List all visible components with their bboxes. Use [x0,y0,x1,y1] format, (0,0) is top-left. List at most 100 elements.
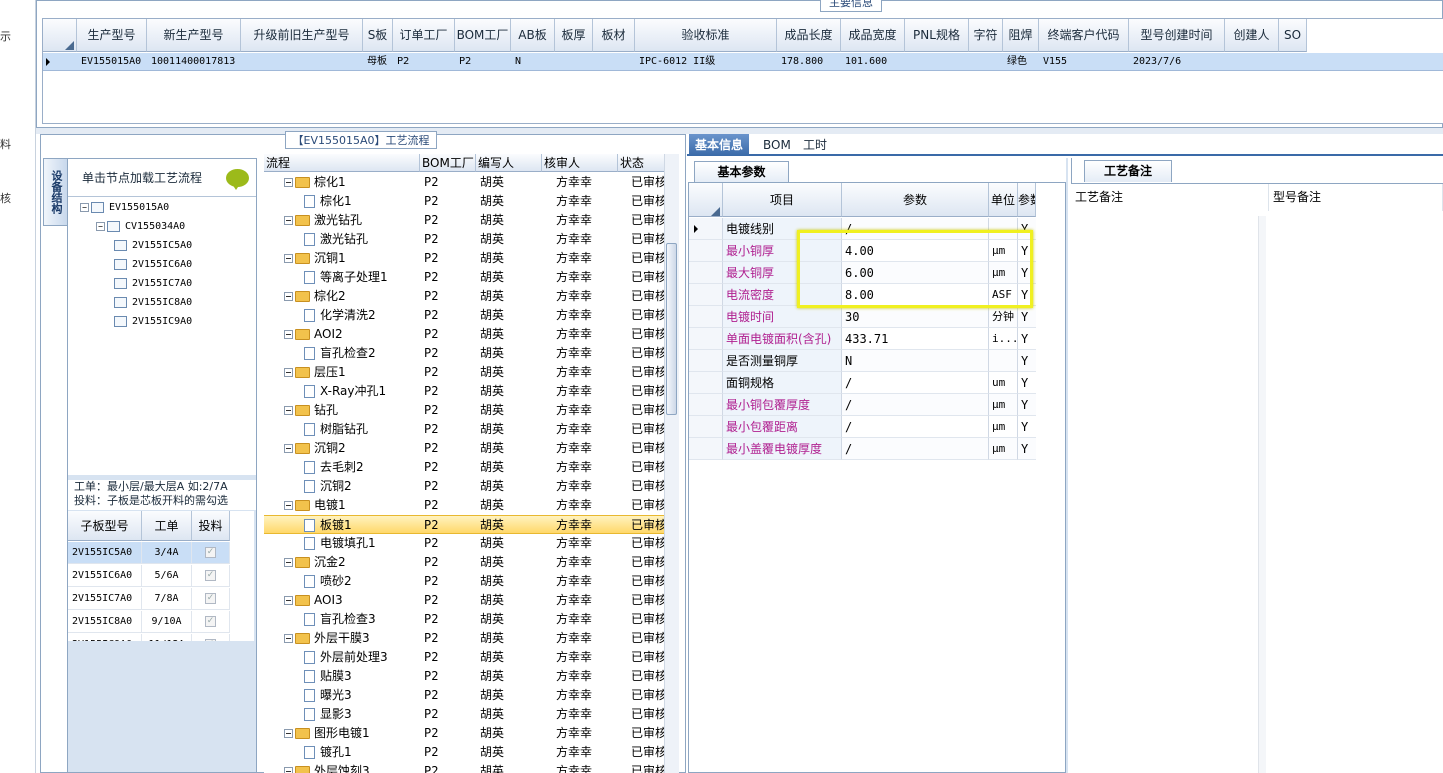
flow-name-cell[interactable]: 外层前处理3 [304,648,444,667]
flow-row[interactable]: 激光钻孔 P2 胡英 方幸幸 已审核 [264,211,664,230]
grid-cell[interactable]: 10011400017813 [147,53,241,71]
flow-row[interactable]: 激光钻孔 P2 胡英 方幸幸 已审核 [264,230,664,249]
flow-row[interactable]: X-Ray冲孔1 P2 胡英 方幸幸 已审核 [264,382,664,401]
grid-header-cell[interactable]: BOM工厂 [455,19,511,52]
sub-board-model[interactable]: 2V155IC6A0 [68,565,142,587]
flow-name-cell[interactable]: 棕化1 [284,173,424,192]
tree-node[interactable]: − EV155015A0 [80,198,169,217]
collapse-icon[interactable] [284,767,293,773]
row-header[interactable] [689,416,723,438]
flow-row[interactable]: 喷砂2 P2 胡英 方幸幸 已审核 [264,572,664,591]
row-header[interactable] [689,438,723,460]
grid-header-cell[interactable]: PNL规格 [905,19,969,52]
vertical-splitter[interactable] [1066,158,1068,773]
row-header[interactable] [689,394,723,416]
param-header[interactable]: 单位 [989,183,1018,217]
left-nav-char[interactable]: 核 [0,190,11,206]
grid-cell[interactable]: P2 [393,53,455,71]
grid-header-cell[interactable]: S板 [363,19,393,52]
sub-board-model[interactable]: 2V155IC5A0 [68,542,142,564]
collapse-icon[interactable] [284,501,293,510]
param-flag[interactable]: Y [1018,394,1036,416]
param-unit[interactable]: μm [989,438,1018,460]
param-flag[interactable]: Y [1018,350,1036,372]
flow-name-cell[interactable]: 板镀1 [304,516,444,535]
flow-row[interactable]: 外层干膜3 P2 胡英 方幸幸 已审核 [264,629,664,648]
flow-header[interactable]: 编写人 [476,154,542,172]
flow-name-cell[interactable]: 等离子处理1 [304,268,444,287]
flow-name-cell[interactable]: X-Ray冲孔1 [304,382,444,401]
collapse-icon[interactable] [284,254,293,263]
param-unit[interactable]: 分钟 [989,306,1018,328]
device-structure-tab[interactable]: 设备结构 [43,158,67,226]
flow-row[interactable]: 棕化1 P2 胡英 方幸幸 已审核 [264,192,664,211]
sub-board-order[interactable]: 9/10A [142,611,192,633]
flow-name-cell[interactable]: 电镀填孔1 [304,534,444,553]
flow-name-cell[interactable]: 去毛刺2 [304,458,444,477]
flow-row[interactable]: 图形电镀1 P2 胡英 方幸幸 已审核 [264,724,664,743]
sub-grid-header[interactable]: 子板型号 [68,511,142,541]
flow-header[interactable]: 状态 [618,154,668,172]
flow-name-cell[interactable]: 喷砂2 [304,572,444,591]
collapse-icon[interactable] [284,368,293,377]
left-nav-char[interactable]: 料 [0,136,11,152]
param-item[interactable]: 最小包覆距离 [723,416,842,438]
tree-node[interactable]: − CV155034A0 [96,217,185,236]
flow-row[interactable]: 化学清洗2 P2 胡英 方幸幸 已审核 [264,306,664,325]
row-header[interactable] [689,284,723,306]
sub-board-order[interactable]: 11/12A [142,634,192,641]
param-item[interactable]: 面铜规格 [723,372,842,394]
flow-name-cell[interactable]: 沉铜2 [284,439,424,458]
flow-name-cell[interactable]: 化学清洗2 [304,306,444,325]
sub-board-model[interactable]: 2V155IC9A0 [68,634,142,641]
flow-row[interactable]: 电镀1 P2 胡英 方幸幸 已审核 [264,496,664,515]
flow-row[interactable]: 镀孔1 P2 胡英 方幸幸 已审核 [264,743,664,762]
grid-cell[interactable]: V155 [1039,53,1129,71]
grid-cell[interactable] [1225,53,1279,71]
flow-name-cell[interactable]: 沉铜2 [304,477,444,496]
grid-cell[interactable]: IPC-6012 II级 [635,53,777,71]
flow-row[interactable]: AOI3 P2 胡英 方幸幸 已审核 [264,591,664,610]
tab-work-hours[interactable]: 工时 [797,134,833,156]
param-flag[interactable]: Y [1018,416,1036,438]
grid-header-cell[interactable]: 新生产型号 [147,19,241,52]
row-header[interactable] [689,372,723,394]
param-unit[interactable]: i... [989,328,1018,350]
grid-header-cell[interactable]: 终端客户代码 [1039,19,1129,52]
flow-name-cell[interactable]: 树脂钻孔 [304,420,444,439]
sub-grid-header[interactable]: 工单 [142,511,192,541]
collapse-icon[interactable] [284,558,293,567]
param-item[interactable]: 最小铜包覆厚度 [723,394,842,416]
grid-cell[interactable] [1279,53,1307,71]
sub-grid-header[interactable]: 投料 [192,511,230,541]
flow-row[interactable]: 电镀填孔1 P2 胡英 方幸幸 已审核 [264,534,664,553]
checkbox-icon[interactable]: ✓ [205,546,216,558]
basic-params-tab[interactable]: 基本参数 [694,161,789,183]
flow-name-cell[interactable]: 沉金2 [284,553,424,572]
param-unit[interactable]: um [989,372,1018,394]
sub-board-feed[interactable]: ✓ [192,588,230,610]
tree-node[interactable]: 2V155IC9A0 [114,312,192,331]
param-unit[interactable] [989,350,1018,372]
left-nav-char[interactable]: 示 [0,28,11,44]
grid-cell[interactable]: 178.800 [777,53,841,71]
flow-name-cell[interactable]: 显影3 [304,705,444,724]
collapse-icon[interactable]: − [80,202,89,212]
grid-cell[interactable] [241,53,363,71]
row-header[interactable] [689,350,723,372]
grid-header-cell[interactable]: 板厚 [555,19,593,52]
flow-scrollbar-thumb[interactable] [666,243,677,415]
grid-cell[interactable]: 101.600 [841,53,905,71]
param-value[interactable]: / [842,438,989,460]
flow-name-cell[interactable]: 外层蚀刻3 [284,762,424,773]
grid-cell[interactable] [555,53,593,71]
grid-header-cell[interactable]: 成品长度 [777,19,841,52]
flow-name-cell[interactable]: 盲孔检查3 [304,610,444,629]
checkbox-icon[interactable]: ✓ [205,592,216,604]
collapse-icon[interactable] [284,729,293,738]
flow-row[interactable]: 层压1 P2 胡英 方幸幸 已审核 [264,363,664,382]
flow-row[interactable]: 沉铜2 P2 胡英 方幸幸 已审核 [264,439,664,458]
sub-board-model[interactable]: 2V155IC8A0 [68,611,142,633]
flow-row[interactable]: 等离子处理1 P2 胡英 方幸幸 已审核 [264,268,664,287]
param-value[interactable]: N [842,350,989,372]
